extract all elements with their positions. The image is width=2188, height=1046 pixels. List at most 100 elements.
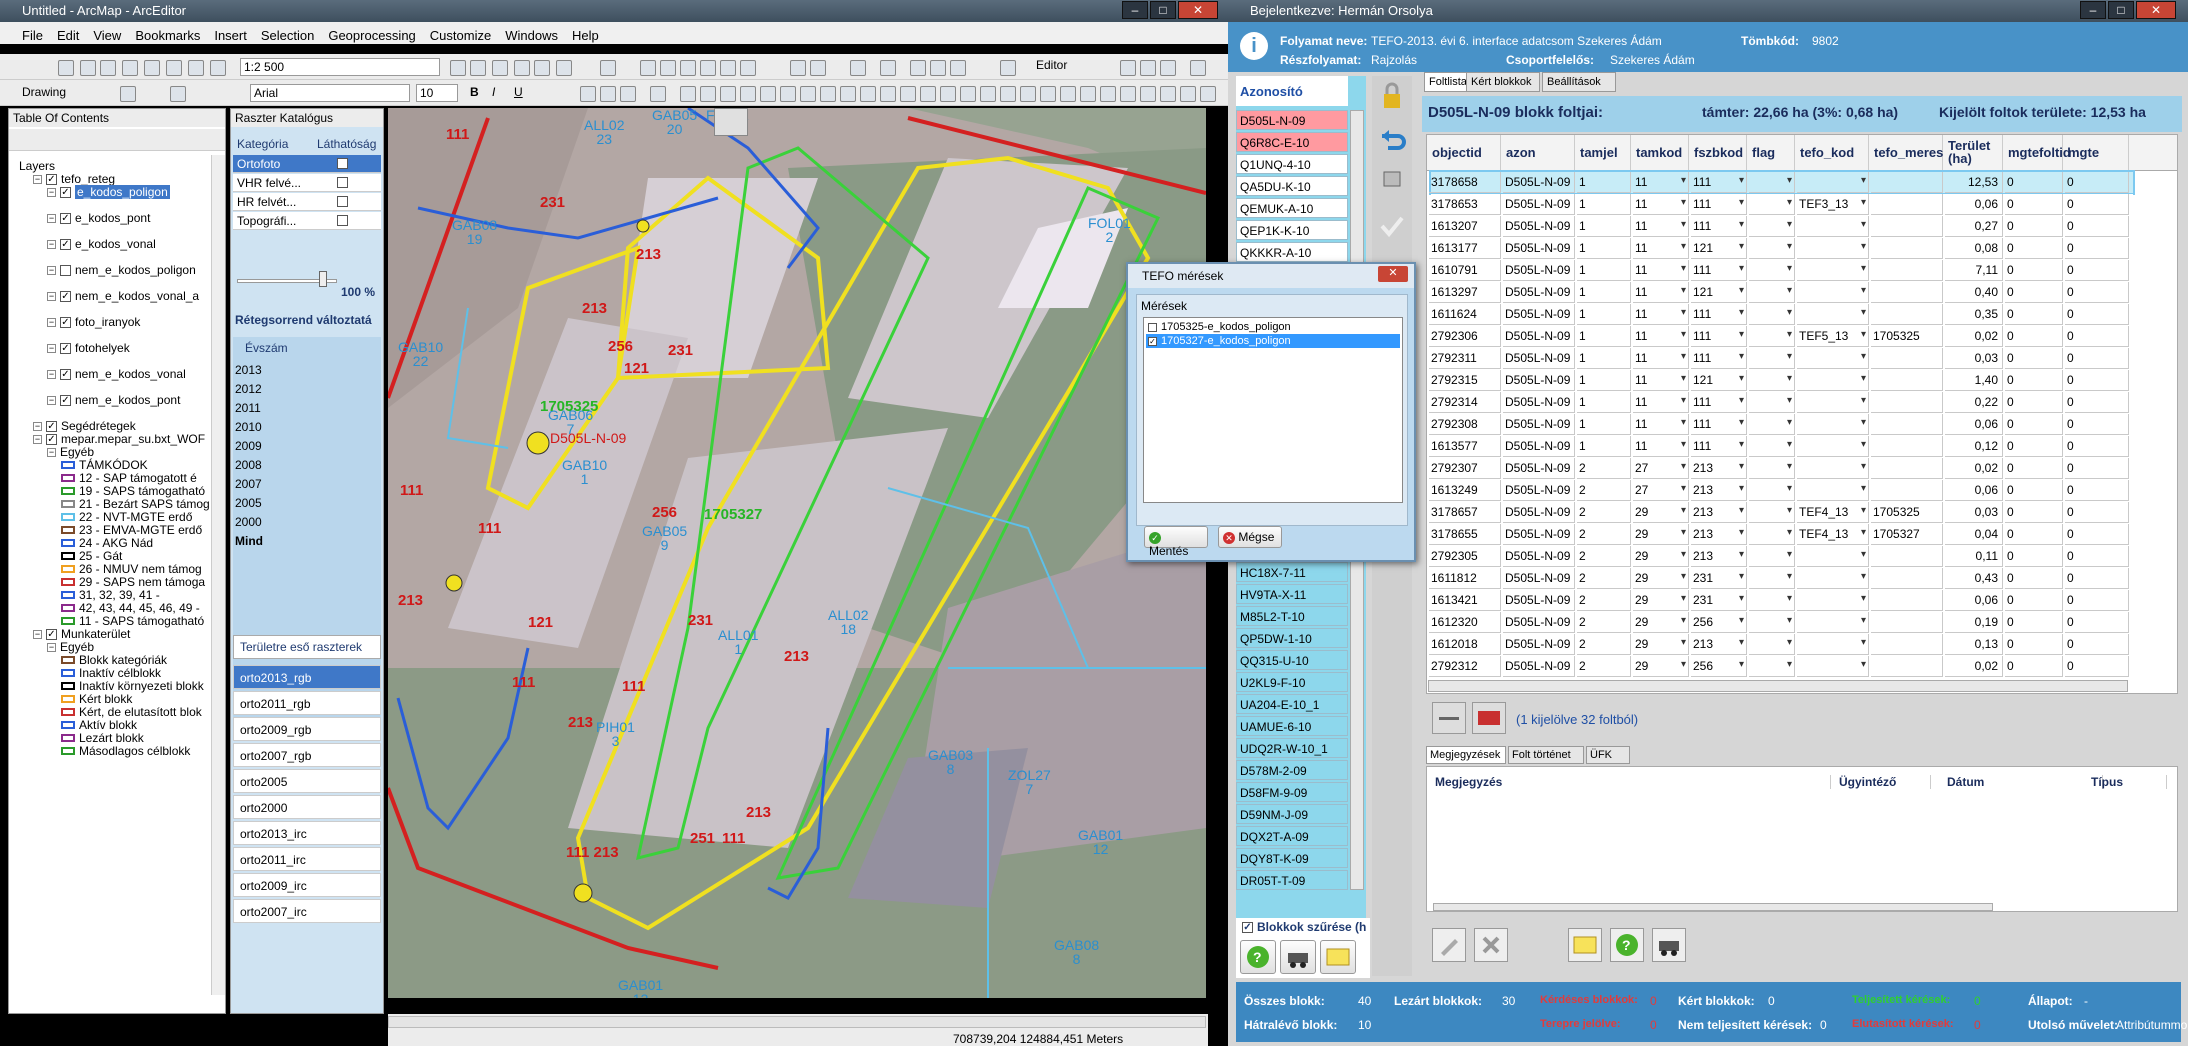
toolbar-tool-icon[interactable] [720, 86, 736, 102]
block-list-item[interactable]: D578M-2-09 [1236, 760, 1348, 780]
notes-column-header[interactable]: Megjegyzés [1431, 775, 1831, 789]
layer-checkbox[interactable]: ✓ [46, 420, 57, 432]
add-note-button[interactable] [1568, 928, 1602, 962]
toolbar-tool-icon[interactable] [166, 60, 182, 76]
vehicle-button[interactable] [1280, 940, 1316, 974]
table-cell[interactable]: 111 [1691, 348, 1747, 369]
layer-checkbox[interactable]: ✓ [46, 628, 57, 640]
toc-item[interactable]: 26 - NMUV nem támog [61, 562, 202, 576]
opacity-slider-handle[interactable] [319, 271, 327, 287]
table-row[interactable]: 2792306D505L-N-09111111TEF5_1317053250,0… [1429, 326, 2133, 347]
table-cell[interactable]: 11 [1633, 194, 1689, 215]
table-cell[interactable]: 111 [1691, 326, 1747, 347]
table-cell[interactable]: TEF4_13 [1797, 524, 1869, 545]
menu-selection[interactable]: Selection [261, 28, 314, 44]
table-cell[interactable]: 11 [1633, 414, 1689, 435]
table-cell[interactable]: 29 [1633, 546, 1689, 567]
year-item[interactable]: 2008 [235, 458, 262, 472]
table-cell[interactable] [1749, 458, 1795, 479]
table-cell[interactable]: 11 [1633, 370, 1689, 391]
toc-item[interactable]: 23 - EMVA-MGTE erdő [61, 523, 202, 537]
table-row[interactable]: 1613421D505L-N-092292310,0600 [1429, 590, 2133, 611]
raster-category-row[interactable]: Topográfi... [233, 212, 381, 230]
year-item[interactable]: 2007 [235, 477, 262, 491]
table-cell[interactable] [1797, 568, 1869, 589]
table-cell[interactable]: 111 [1691, 172, 1747, 193]
toc-item[interactable]: − ✓ Munkaterület [33, 627, 130, 641]
table-cell[interactable] [1749, 282, 1795, 303]
table-cell[interactable] [1749, 326, 1795, 347]
toc-item[interactable]: Inaktív környezeti blokk [61, 679, 204, 693]
table-cell[interactable] [1797, 656, 1869, 677]
block-list-item[interactable]: UAMUE-6-10 [1236, 716, 1348, 736]
block-list-item[interactable]: DQY8T-K-09 [1236, 848, 1348, 868]
raster-category-row[interactable]: VHR felvé... [233, 174, 381, 192]
measurement-checkbox[interactable]: ✓ [1148, 336, 1157, 346]
layer-checkbox[interactable]: ✓ [60, 394, 71, 406]
table-row[interactable]: 2792308D505L-N-091111110,0600 [1429, 414, 2133, 435]
block-list-item[interactable]: UA204-E-10_1 [1236, 694, 1348, 714]
table-cell[interactable] [1749, 524, 1795, 545]
toolbar-tool-icon[interactable] [930, 60, 946, 76]
toolbar-tool-icon[interactable] [880, 86, 896, 102]
table-cell[interactable]: TEF4_13 [1797, 502, 1869, 523]
column-header[interactable]: azon [1503, 135, 1575, 171]
visibility-checkbox[interactable] [337, 177, 348, 188]
save-button[interactable]: ✓ Mentés [1144, 526, 1208, 558]
table-cell[interactable] [1749, 216, 1795, 237]
raster-item[interactable]: orto2005 [233, 769, 381, 793]
toc-item[interactable]: Layers [19, 159, 55, 173]
table-row[interactable]: 1613577D505L-N-091111110,1200 [1429, 436, 2133, 457]
table-cell[interactable] [1749, 568, 1795, 589]
map-mini-toolbar[interactable] [714, 108, 748, 136]
menu-bookmarks[interactable]: Bookmarks [135, 28, 200, 44]
table-cell[interactable]: 111 [1691, 216, 1747, 237]
table-cell[interactable]: TEF3_13 [1797, 194, 1869, 215]
toc-item[interactable]: Másodlagos célblokk [61, 744, 190, 758]
note-help-button[interactable]: ? [1610, 928, 1644, 962]
toolbar-tool-icon[interactable] [620, 86, 636, 102]
toolbar-tool-icon[interactable] [100, 60, 116, 76]
toolbar-tool-icon[interactable] [1000, 60, 1016, 76]
expand-icon[interactable]: − [33, 629, 42, 639]
toc-item[interactable]: Blokk kategóriák [61, 653, 167, 667]
table-cell[interactable]: 11 [1633, 216, 1689, 237]
table-cell[interactable] [1797, 546, 1869, 567]
toc-item[interactable]: − ✓ nem_e_kodos_pont [47, 393, 180, 407]
table-row[interactable]: 1613207D505L-N-091111110,2700 [1429, 216, 2133, 237]
table-cell[interactable]: 11 [1633, 282, 1689, 303]
column-header[interactable]: flag [1749, 135, 1795, 171]
toolbar-tool-icon[interactable] [960, 86, 976, 102]
block-list-item[interactable]: QQ315-U-10 [1236, 650, 1348, 670]
table-cell[interactable]: 121 [1691, 370, 1747, 391]
table-cell[interactable]: 11 [1633, 238, 1689, 259]
year-item[interactable]: 2005 [235, 496, 262, 510]
toolbar-tool-icon[interactable] [1120, 86, 1136, 102]
table-cell[interactable] [1749, 546, 1795, 567]
expand-icon[interactable]: − [47, 265, 56, 275]
toolbar-tool-icon[interactable] [640, 60, 656, 76]
note-vehicle-button[interactable] [1652, 928, 1686, 962]
toolbar-tool-icon[interactable] [1200, 86, 1216, 102]
visibility-checkbox[interactable] [337, 196, 348, 207]
table-cell[interactable] [1797, 370, 1869, 391]
toc-scrollbar[interactable] [211, 155, 225, 995]
block-list-item[interactable]: Q6R8C-E-10 [1236, 132, 1348, 152]
table-cell[interactable]: 11 [1633, 172, 1689, 193]
raster-category-row[interactable]: HR felvét... [233, 193, 381, 211]
table-cell[interactable] [1797, 260, 1869, 281]
layer-checkbox[interactable]: ✓ [60, 368, 71, 380]
toc-item[interactable]: 24 - AKG Nád [61, 536, 153, 550]
toc-item[interactable]: − ✓ Segédrétegek [33, 419, 136, 433]
table-cell[interactable] [1749, 612, 1795, 633]
toc-item[interactable]: − ✓ tefo_reteg [33, 172, 115, 186]
table-cell[interactable]: 29 [1633, 590, 1689, 611]
menu-windows[interactable]: Windows [505, 28, 558, 44]
raster-item[interactable]: orto2000 [233, 795, 381, 819]
toolbar-tool-icon[interactable] [1040, 86, 1056, 102]
toolbar-tool-icon[interactable] [760, 86, 776, 102]
raster-item[interactable]: orto2009_rgb [233, 717, 381, 741]
table-cell[interactable]: 121 [1691, 238, 1747, 259]
toolbar-tool-icon[interactable] [1140, 60, 1156, 76]
minimize-button[interactable]: – [1122, 1, 1148, 19]
